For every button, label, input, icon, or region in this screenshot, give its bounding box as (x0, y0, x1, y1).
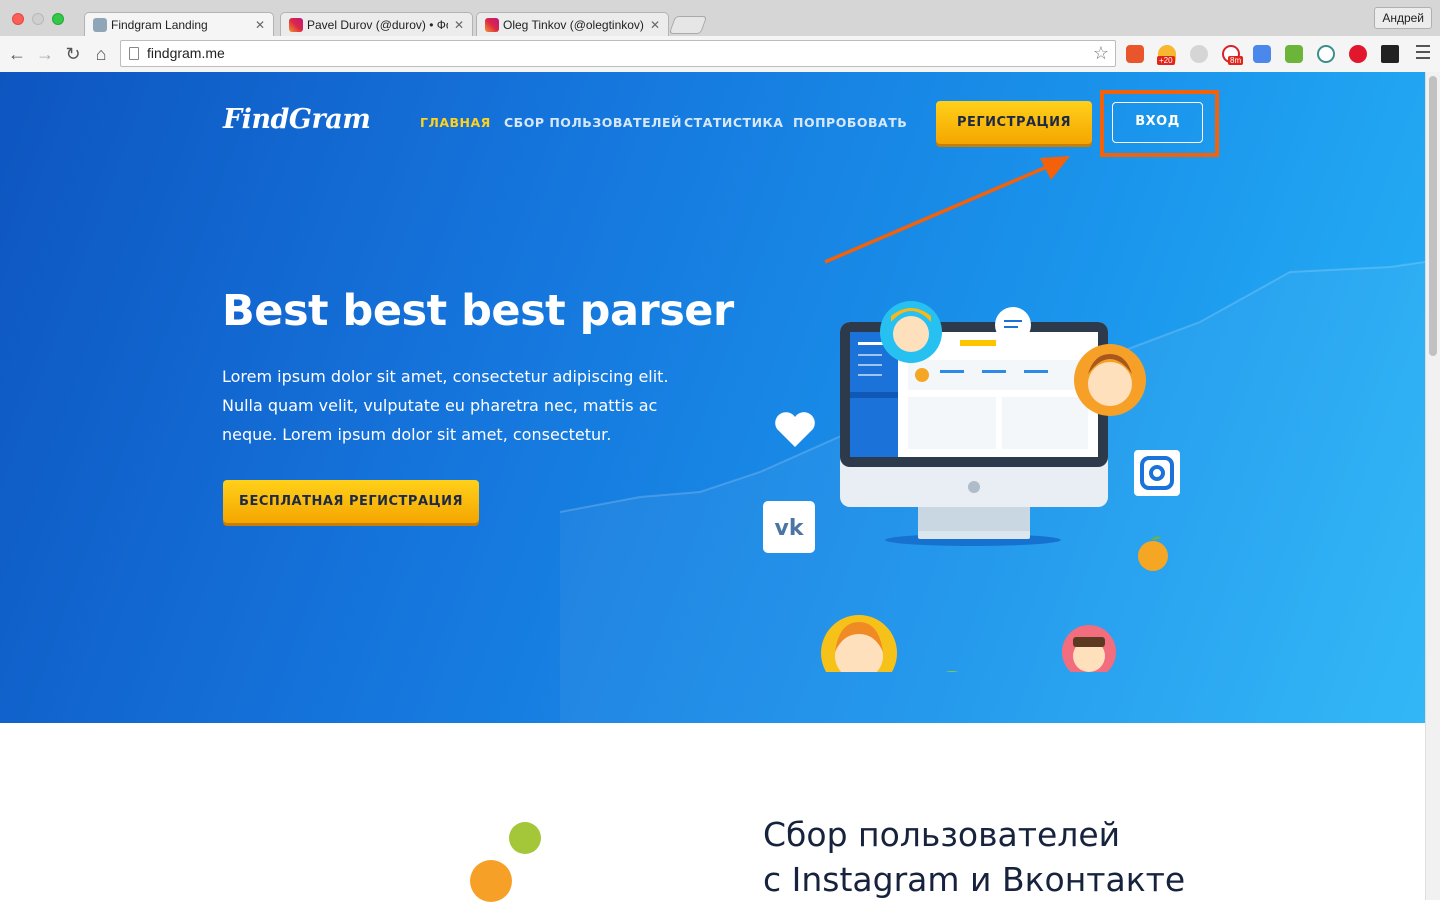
orange-icon (1138, 536, 1168, 571)
avatar-woman-icon (821, 615, 897, 672)
tab-strip: Findgram Landing ✕ Pavel Durov (@durov) … (0, 0, 1440, 36)
chat-bubble-icon (995, 307, 1031, 343)
tab-findgram[interactable]: Findgram Landing ✕ (84, 12, 274, 36)
extension-icon-3[interactable] (1190, 45, 1208, 63)
hero-illustration: vk (763, 301, 1180, 672)
maximize-window-button[interactable] (52, 13, 64, 25)
hero-section: FindGram ГЛАВНАЯ СБОР ПОЛЬЗОВАТЕЛЕЙ СТАТ… (0, 72, 1425, 723)
page-scrollbar[interactable] (1425, 72, 1440, 900)
reload-icon[interactable]: ↻ (61, 42, 85, 66)
close-window-button[interactable] (12, 13, 24, 25)
scrollbar-thumb[interactable] (1429, 76, 1437, 356)
tab-tinkov[interactable]: Oleg Tinkov (@olegtinkov) ✕ (476, 12, 669, 36)
nav-home[interactable]: ГЛАВНАЯ (420, 115, 491, 130)
section-title-line-2: с Instagram и Вконтакте (763, 860, 1186, 899)
extension-icon-7[interactable] (1317, 45, 1335, 63)
heart-icon (775, 412, 815, 447)
avatar-icon (470, 860, 512, 902)
avatar-boy-icon (1062, 625, 1116, 672)
nav-collect-users[interactable]: СБОР ПОЛЬЗОВАТЕЛЕЙ (504, 115, 682, 130)
new-tab-button[interactable] (668, 16, 708, 34)
tab-close-icon[interactable]: ✕ (454, 18, 464, 32)
tab-title: Oleg Tinkov (@olegtinkov) (503, 17, 644, 32)
tab-title: Pavel Durov (@durov) • Фо (307, 17, 448, 32)
hero-title: Best best best parser (222, 286, 734, 336)
vk-icon: vk (763, 501, 815, 553)
page-icon (129, 47, 139, 60)
hero-description: Lorem ipsum dolor sit amet, consectetur … (222, 367, 669, 444)
url-text: findgram.me (147, 45, 225, 61)
address-bar[interactable]: findgram.me ☆ (120, 40, 1116, 67)
findgram-favicon-icon (93, 17, 107, 32)
translate-icon[interactable] (1253, 45, 1271, 63)
chrome-menu-icon[interactable] (1416, 45, 1430, 61)
nav-statistics[interactable]: СТАТИСТИКА (684, 115, 783, 130)
extension-icon-2[interactable]: +20 (1157, 45, 1176, 65)
section-title: Сбор пользователей с Instagram и Вконтак… (763, 812, 1185, 902)
evernote-icon[interactable] (1285, 45, 1303, 63)
power-icon[interactable] (1349, 45, 1367, 63)
bookmark-star-icon[interactable]: ☆ (1093, 41, 1109, 66)
instagram-icon (1134, 450, 1180, 496)
avatar-girl-icon (880, 301, 942, 363)
avatar-man-icon (1074, 344, 1146, 416)
avatar-icon (509, 822, 541, 854)
annotation-highlight-box (1100, 90, 1219, 157)
instagram-favicon-icon (289, 17, 303, 32)
extension-icon-4[interactable]: 8m (1222, 45, 1244, 65)
forward-arrow-icon[interactable]: → (33, 42, 57, 66)
avatar-bald-icon (945, 671, 959, 672)
site-logo[interactable]: FindGram (223, 104, 371, 135)
free-registration-button[interactable]: БЕСПЛАТНАЯ РЕГИСТРАЦИЯ (223, 480, 479, 523)
svg-text:vk: vk (775, 516, 805, 541)
minimize-window-button[interactable] (32, 13, 44, 25)
section-title-line-1: Сбор пользователей (763, 815, 1121, 854)
profile-button[interactable]: Андрей (1374, 7, 1432, 29)
tab-title: Findgram Landing (111, 17, 208, 32)
tab-durov[interactable]: Pavel Durov (@durov) • Фо ✕ (280, 12, 473, 36)
browser-chrome: Findgram Landing ✕ Pavel Durov (@durov) … (0, 0, 1440, 72)
home-icon[interactable]: ⌂ (89, 42, 113, 66)
register-button[interactable]: РЕГИСТРАЦИЯ (936, 101, 1092, 144)
instagram-favicon-icon (485, 17, 499, 32)
nav-try[interactable]: ПОПРОБОВАТЬ (793, 115, 907, 130)
back-arrow-icon[interactable]: ← (5, 42, 29, 66)
extension-badge: +20 (1157, 56, 1175, 65)
tab-close-icon[interactable]: ✕ (255, 18, 265, 32)
extension-icon-1[interactable] (1126, 45, 1144, 63)
tab-close-icon[interactable]: ✕ (650, 18, 660, 32)
extension-icon-9[interactable] (1381, 45, 1399, 63)
extension-badge: 8m (1228, 56, 1244, 65)
monitor-icon (840, 322, 1108, 546)
browser-toolbar: ← → ↻ ⌂ findgram.me ☆ +20 8m (0, 36, 1440, 72)
